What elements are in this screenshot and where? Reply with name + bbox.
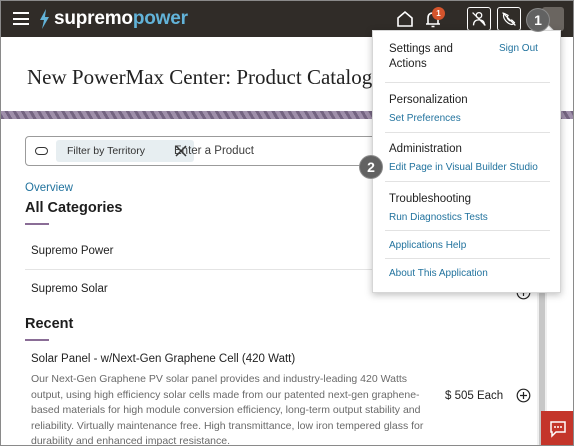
add-circle-icon[interactable]: [516, 388, 531, 403]
product-price: $ 505 Each: [445, 390, 504, 402]
callout-badge-1: 1: [527, 9, 549, 31]
menu-heading-troubleshooting: Troubleshooting: [389, 193, 472, 205]
menu-divider: [385, 132, 550, 133]
recent-underline: [25, 339, 49, 341]
brand-name-part2: power: [132, 8, 188, 29]
settings-menu: Settings and Actions Sign Out Personaliz…: [372, 30, 561, 293]
callout-badge-2: 2: [360, 156, 382, 178]
menu-divider: [385, 258, 550, 259]
product-search-input[interactable]: [174, 140, 374, 162]
run-diagnostics-link[interactable]: Run Diagnostics Tests: [389, 212, 488, 223]
category-supremo-power[interactable]: Supremo Power: [31, 245, 113, 257]
app-window: supremo power 1 New PowerMax Center: Prod…: [0, 0, 574, 446]
about-application-link[interactable]: About This Application: [389, 268, 488, 279]
menu-heading-personalization: Personalization: [389, 94, 468, 106]
page-title: New PowerMax Center: Product Catalog: [27, 65, 373, 89]
bolt-icon: [40, 9, 49, 29]
filter-toggle-icon[interactable]: [35, 147, 48, 155]
category-supremo-solar[interactable]: Supremo Solar: [31, 283, 108, 295]
brand-name-part1: supremo: [54, 8, 133, 29]
set-preferences-link[interactable]: Set Preferences: [389, 113, 461, 124]
product-name[interactable]: Solar Panel - w/Next-Gen Graphene Cell (…: [31, 353, 295, 365]
categories-underline: [25, 223, 49, 225]
home-icon[interactable]: [393, 7, 417, 31]
hamburger-icon[interactable]: [13, 12, 29, 25]
menu-divider: [385, 230, 550, 231]
applications-help-link[interactable]: Applications Help: [389, 240, 466, 251]
menu-divider: [385, 181, 550, 182]
categories-heading: All Categories: [25, 200, 123, 216]
edit-page-link[interactable]: Edit Page in Visual Builder Studio: [389, 162, 538, 173]
menu-heading-settings: Settings and Actions: [389, 43, 453, 70]
brand-logo[interactable]: supremo power: [39, 7, 188, 31]
overview-link[interactable]: Overview: [25, 182, 73, 194]
phone-off-icon[interactable]: [497, 7, 521, 31]
menu-divider: [385, 82, 550, 83]
chat-icon: [550, 421, 566, 438]
menu-heading-administration: Administration: [389, 143, 462, 155]
sign-out-link[interactable]: Sign Out: [499, 43, 538, 54]
user-x-icon[interactable]: [467, 7, 491, 31]
notification-badge: 1: [432, 7, 445, 20]
product-description: Our Next-Gen Graphene PV solar panel pro…: [31, 373, 424, 446]
filter-chip-label: Filter by Territory: [67, 145, 145, 157]
recent-heading: Recent: [25, 316, 74, 332]
chat-button[interactable]: [541, 411, 573, 445]
